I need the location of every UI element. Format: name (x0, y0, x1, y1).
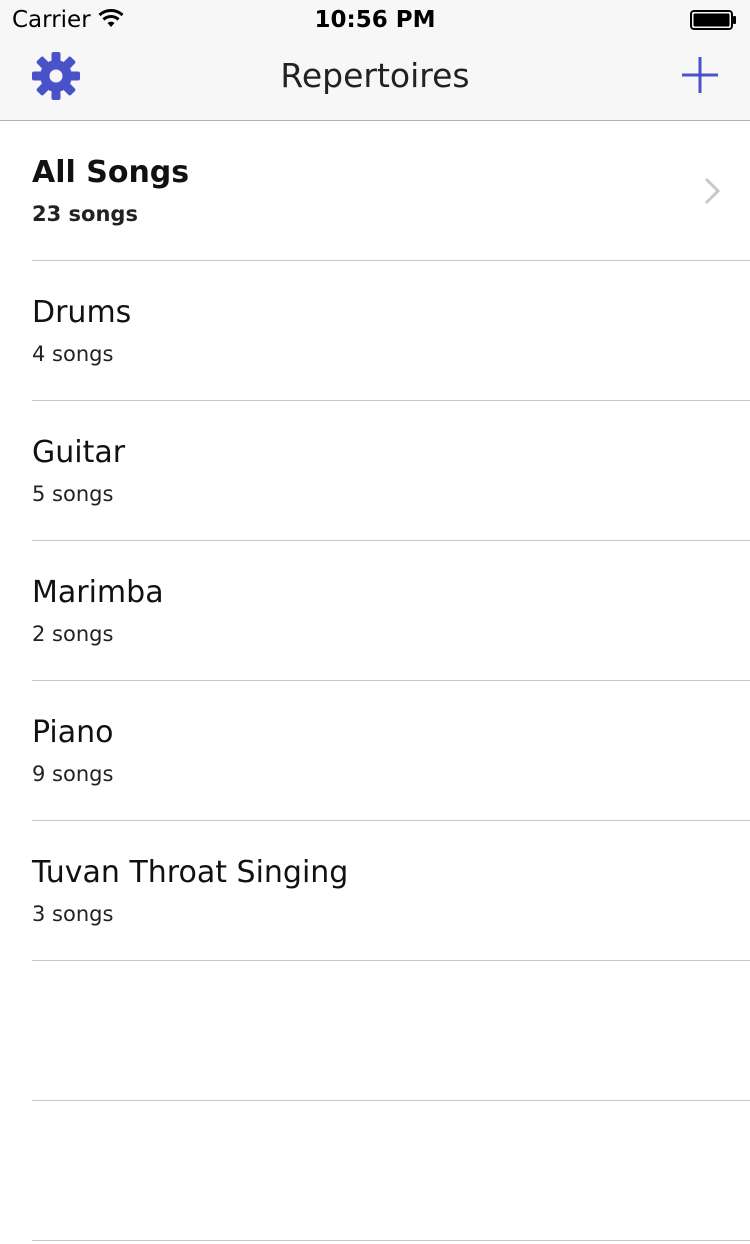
repertoire-list: All Songs 23 songs Drums 4 songs Guitar … (0, 121, 750, 1241)
list-item-tuvan-throat-singing[interactable]: Tuvan Throat Singing 3 songs (32, 821, 750, 961)
list-item-title: Piano (32, 715, 114, 750)
list-item-guitar[interactable]: Guitar 5 songs (32, 401, 750, 541)
list-item-song-count: 4 songs (32, 342, 114, 366)
list-item-drums[interactable]: Drums 4 songs (32, 261, 750, 401)
list-item-title: Marimba (32, 575, 164, 610)
plus-icon[interactable] (680, 55, 720, 95)
status-bar: Carrier 10:56 PM (0, 0, 750, 40)
list-item-piano[interactable]: Piano 9 songs (32, 681, 750, 821)
list-item-song-count: 5 songs (32, 482, 114, 506)
empty-row (32, 961, 750, 1101)
battery-icon (690, 10, 736, 30)
status-time: 10:56 PM (314, 7, 436, 33)
empty-row (32, 1101, 750, 1241)
page-title: Repertoires (280, 56, 470, 95)
list-item-title: Guitar (32, 435, 126, 470)
list-item-title: Drums (32, 295, 132, 330)
list-item-song-count: 9 songs (32, 762, 114, 786)
list-item-title: Tuvan Throat Singing (32, 855, 349, 890)
chevron-right-icon (704, 177, 720, 205)
list-item-song-count: 2 songs (32, 622, 114, 646)
list-item-song-count: 3 songs (32, 902, 114, 926)
navigation-bar: Repertoires (0, 40, 750, 121)
list-item-marimba[interactable]: Marimba 2 songs (32, 541, 750, 681)
list-item-title: All Songs (32, 155, 190, 190)
list-item-song-count: 23 songs (32, 202, 138, 226)
list-item-all-songs[interactable]: All Songs 23 songs (32, 121, 750, 261)
